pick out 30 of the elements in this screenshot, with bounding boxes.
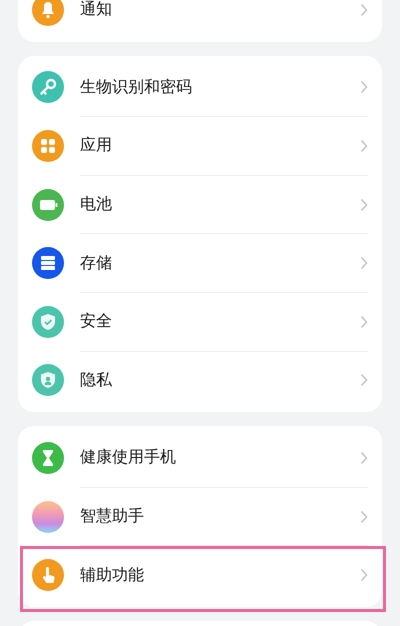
settings-item[interactable]: 安全 <box>18 292 382 351</box>
settings-item[interactable]: 健康使用手机 <box>18 429 382 487</box>
chevron-icon <box>360 198 368 212</box>
item-label: 生物识别和密码 <box>80 76 193 98</box>
chevron-icon <box>360 256 368 270</box>
item-label: 辅助功能 <box>80 564 145 586</box>
item-label: 存储 <box>80 252 113 274</box>
item-label: 隐私 <box>80 370 113 391</box>
settings-item[interactable]: 隐私 <box>18 352 382 410</box>
item-label: 电池 <box>80 194 113 216</box>
item-label: 通知 <box>80 0 113 20</box>
item-label: 智慧助手 <box>80 506 145 528</box>
item-label: 健康使用手机 <box>80 447 177 468</box>
settings-item[interactable]: 电池 <box>18 176 382 234</box>
chevron-icon <box>360 314 368 329</box>
chevron-icon <box>360 80 368 94</box>
settings-item[interactable]: 生物识别和密码 <box>18 58 382 116</box>
item-label: 安全 <box>80 311 113 332</box>
chevron-icon <box>360 2 368 17</box>
item-label: 应用 <box>80 135 113 156</box>
settings-item[interactable]: 存储 <box>18 234 382 292</box>
settings-item[interactable]: 通知 <box>18 0 382 39</box>
chevron-icon <box>360 450 368 465</box>
chevron-icon <box>360 373 368 388</box>
settings-item[interactable]: 辅助功能 <box>20 546 386 612</box>
chevron-icon <box>360 138 368 153</box>
chevron-icon <box>360 510 368 524</box>
settings-item[interactable]: 应用 <box>18 117 382 175</box>
chevron-icon <box>360 568 368 582</box>
settings-item[interactable]: 智慧助手 <box>18 488 382 546</box>
